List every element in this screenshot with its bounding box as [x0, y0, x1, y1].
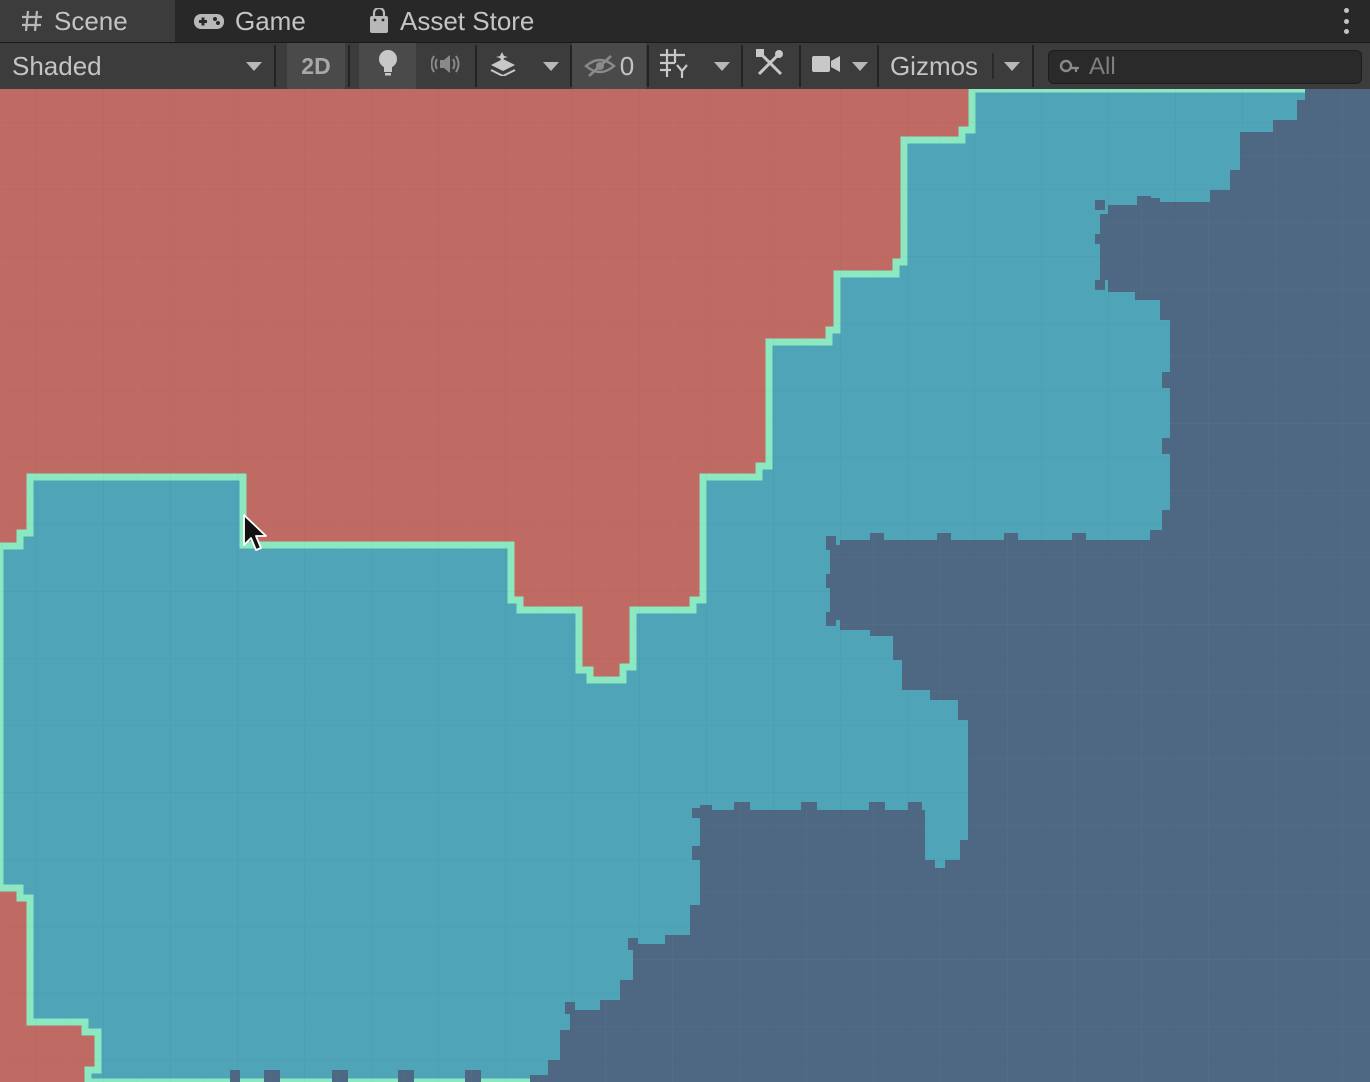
audio-toggle[interactable]: [418, 43, 474, 89]
speaker-icon: [430, 51, 461, 82]
hidden-eye-icon: [583, 54, 616, 78]
toggle-2d-button[interactable]: 2D: [287, 43, 345, 89]
scene-grid-major: [0, 89, 1370, 1082]
chevron-down-icon: [714, 61, 730, 71]
camera-dropdown[interactable]: [845, 43, 875, 89]
camera-toggle[interactable]: [805, 43, 847, 89]
grid-hash-icon: [20, 9, 44, 33]
gizmos-label: Gizmos: [889, 50, 979, 81]
tools-toggle[interactable]: [744, 43, 796, 89]
gizmos-dropdown[interactable]: [996, 43, 1028, 89]
hidden-count: 0: [619, 50, 635, 81]
lightbulb-icon: [377, 49, 399, 84]
gamepad-icon: [193, 11, 225, 31]
scene-visibility-toggle[interactable]: 0: [572, 43, 646, 89]
tab-game[interactable]: Game: [193, 0, 306, 42]
search-input[interactable]: [1087, 52, 1331, 82]
tilemap-canvas: [0, 89, 1370, 1082]
tab-scene-label: Scene: [54, 5, 128, 36]
tab-asset-store[interactable]: Asset Store: [368, 0, 534, 42]
tab-game-label: Game: [235, 5, 306, 36]
shopping-bag-icon: [368, 8, 390, 34]
tab-scene[interactable]: Scene: [0, 0, 175, 42]
effects-toggle[interactable]: [478, 43, 528, 89]
more-options-icon[interactable]: [1342, 8, 1350, 34]
video-camera-icon: [811, 51, 841, 82]
effects-layers-icon: [489, 50, 517, 83]
hierarchy-search[interactable]: [1048, 50, 1362, 84]
scene-viewport[interactable]: [0, 89, 1370, 1082]
search-icon: [1059, 59, 1081, 75]
lighting-toggle[interactable]: [359, 43, 416, 89]
grid-axis-icon: [659, 48, 691, 85]
toggle-2d-label: 2D: [301, 52, 331, 79]
draw-mode-dropdown[interactable]: Shaded: [0, 43, 272, 89]
chevron-down-icon: [852, 61, 868, 71]
grid-dropdown[interactable]: [705, 43, 739, 89]
gizmos-button[interactable]: Gizmos: [882, 43, 986, 89]
tab-asset-store-label: Asset Store: [400, 5, 535, 36]
window-tab-bar: Scene Game Asset Store: [0, 0, 1370, 43]
draw-mode-value: Shaded: [12, 50, 102, 81]
chevron-down-icon: [1004, 61, 1020, 71]
tools-icon: [755, 48, 785, 85]
effects-dropdown[interactable]: [534, 43, 568, 89]
chevron-down-icon: [543, 61, 559, 71]
grid-toggle[interactable]: [650, 43, 700, 89]
chevron-down-icon: [246, 61, 262, 71]
